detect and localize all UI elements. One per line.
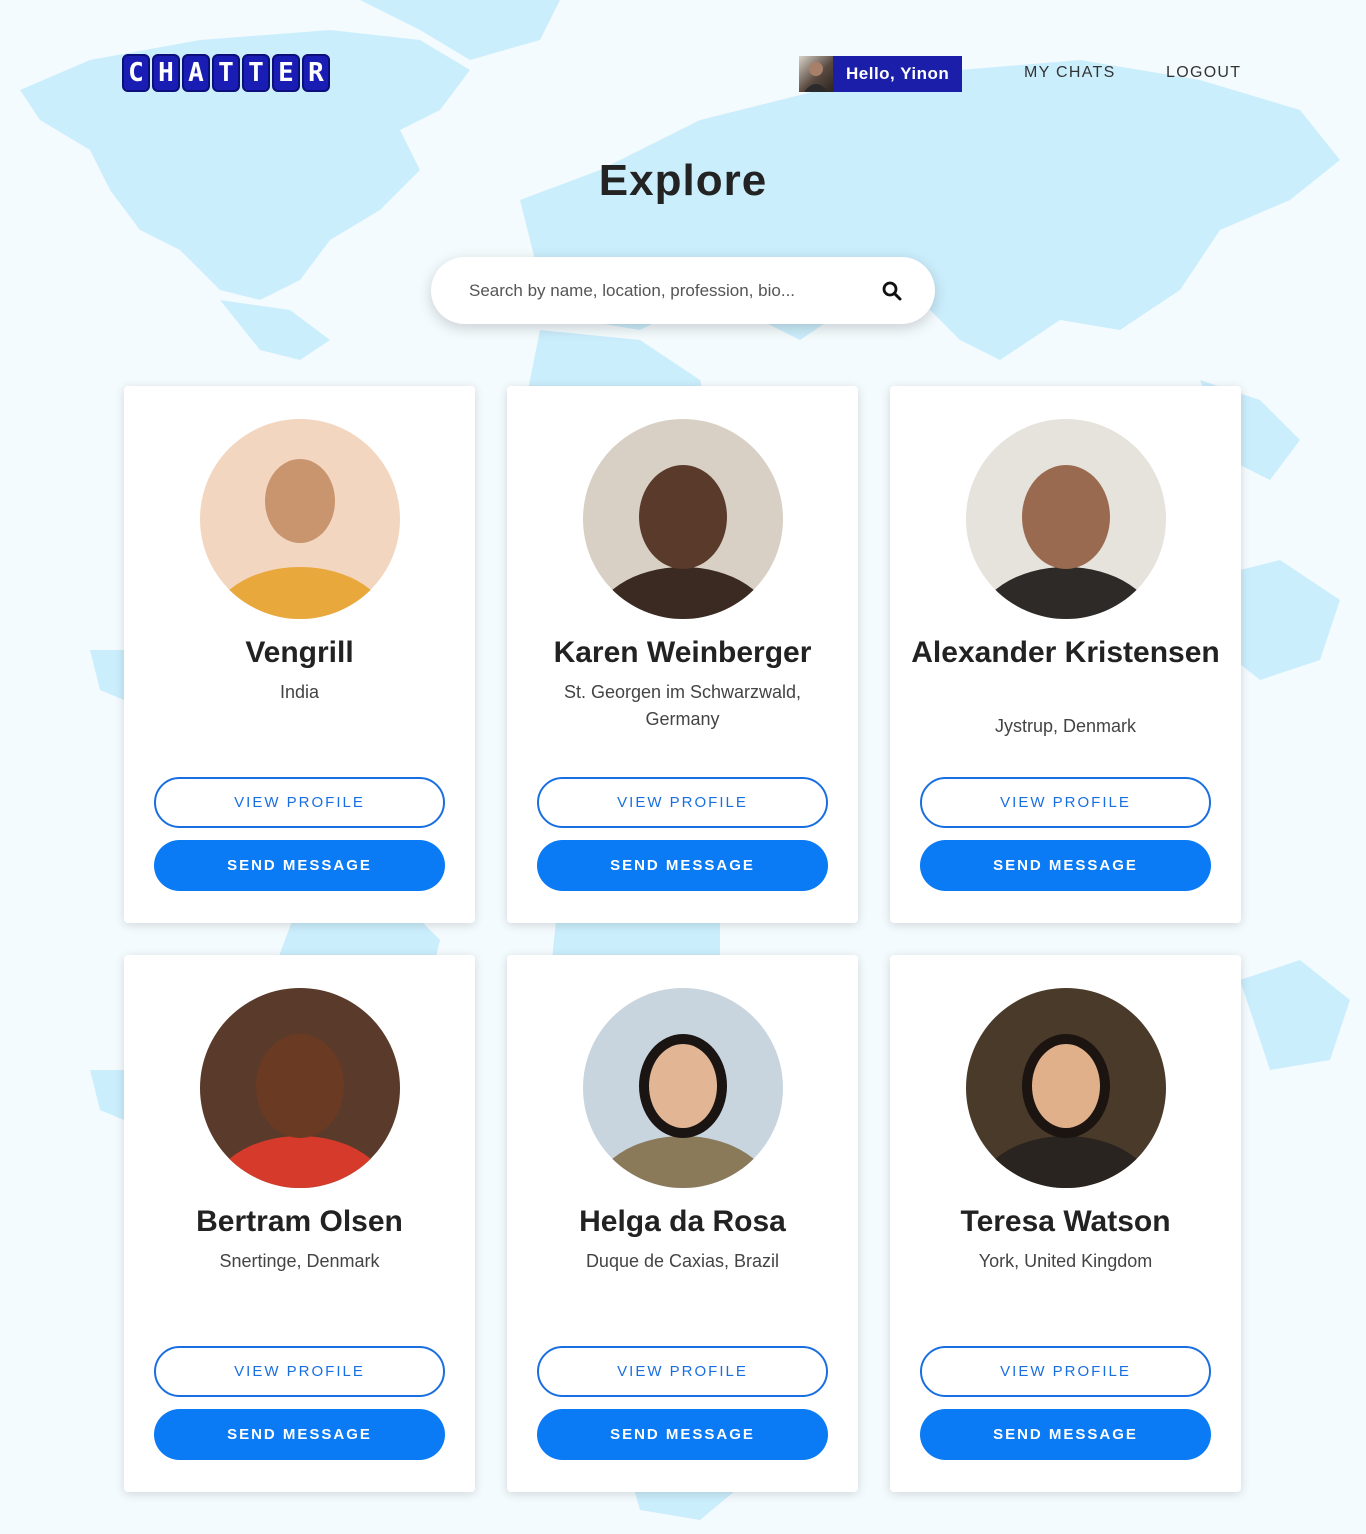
profile-card: Helga da Rosa Duque de Caxias, Brazil VI… — [507, 955, 858, 1492]
profile-photo — [200, 988, 400, 1188]
explore-page: C H A T T E R Hello, Yinon MY CHATS LOGO… — [0, 0, 1366, 1534]
user-menu-button[interactable]: Hello, Yinon — [799, 56, 963, 92]
send-message-button[interactable]: SEND MESSAGE — [154, 1409, 445, 1460]
send-message-button[interactable]: SEND MESSAGE — [537, 1409, 828, 1460]
nav-logout[interactable]: LOGOUT — [1166, 64, 1241, 82]
profile-location: St. Georgen im Schwarzwald, Germany — [563, 682, 802, 729]
profile-name: Alexander Kristensen — [911, 636, 1220, 669]
logo-letter: H — [152, 54, 180, 92]
nav-my-chats[interactable]: MY CHATS — [1024, 64, 1116, 82]
send-message-button[interactable]: SEND MESSAGE — [920, 840, 1211, 891]
logo-letter: T — [242, 54, 270, 92]
profile-card: Vengrill India VIEW PROFILE SEND MESSAGE — [124, 386, 475, 923]
profile-card: Bertram Olsen Snertinge, Denmark VIEW PR… — [124, 955, 475, 1492]
logo-letter: T — [212, 54, 240, 92]
profile-location: Jystrup, Denmark — [994, 716, 1137, 736]
send-message-button[interactable]: SEND MESSAGE — [920, 1409, 1211, 1460]
page-title: Explore — [598, 156, 768, 205]
profile-name: Bertram Olsen — [196, 1205, 403, 1238]
chatter-logo[interactable]: C H A T T E R — [122, 54, 330, 92]
view-profile-button[interactable]: VIEW PROFILE — [920, 1346, 1211, 1397]
profile-card: Teresa Watson York, United Kingdom VIEW … — [890, 955, 1241, 1492]
logo-letter: R — [302, 54, 330, 92]
profile-name: Helga da Rosa — [579, 1205, 786, 1238]
send-message-button[interactable]: SEND MESSAGE — [537, 840, 828, 891]
user-greeting: Hello, Yinon — [846, 64, 950, 83]
profile-grid: Vengrill India VIEW PROFILE SEND MESSAGE… — [124, 386, 1242, 1492]
profile-name: Teresa Watson — [960, 1205, 1171, 1238]
search-bar — [431, 257, 935, 324]
view-profile-button[interactable]: VIEW PROFILE — [154, 1346, 445, 1397]
profile-name: Karen Weinberger — [553, 636, 812, 669]
profile-card: Karen Weinberger St. Georgen im Schwarzw… — [507, 386, 858, 923]
search-input[interactable] — [467, 279, 879, 302]
user-avatar — [799, 56, 833, 92]
profile-location: Duque de Caxias, Brazil — [585, 1251, 780, 1271]
view-profile-button[interactable]: VIEW PROFILE — [537, 777, 828, 828]
profile-name: Vengrill — [245, 636, 354, 669]
view-profile-button[interactable]: VIEW PROFILE — [920, 777, 1211, 828]
logo-letter: E — [272, 54, 300, 92]
profile-location: York, United Kingdom — [978, 1251, 1153, 1271]
profile-photo — [966, 419, 1166, 619]
view-profile-button[interactable]: VIEW PROFILE — [537, 1346, 828, 1397]
profile-photo — [583, 419, 783, 619]
send-message-button[interactable]: SEND MESSAGE — [154, 840, 445, 891]
profile-photo — [200, 419, 400, 619]
profile-location: India — [279, 682, 320, 702]
profile-location: Snertinge, Denmark — [219, 1251, 380, 1271]
profile-photo — [583, 988, 783, 1188]
logo-letter: C — [122, 54, 150, 92]
search-icon[interactable] — [879, 278, 905, 304]
profile-card: Alexander Kristensen Jystrup, Denmark VI… — [890, 386, 1241, 923]
profile-photo — [966, 988, 1166, 1188]
view-profile-button[interactable]: VIEW PROFILE — [154, 777, 445, 828]
logo-letter: A — [182, 54, 210, 92]
